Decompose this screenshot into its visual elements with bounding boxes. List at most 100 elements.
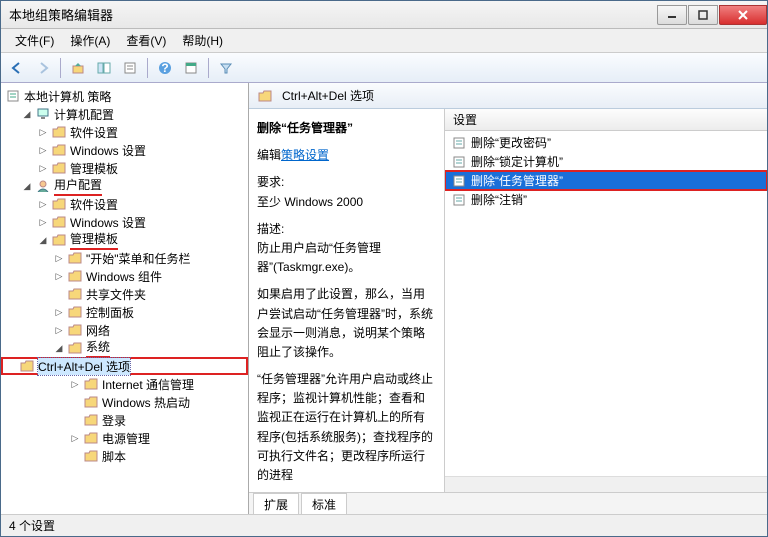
toolbar-separator	[147, 58, 148, 78]
tree-pane[interactable]: 本地计算机 策略 ◢ 计算机配置 ▷软件设置 ▷Windows 设置 ▷管理模板…	[1, 83, 249, 514]
list-item-selected[interactable]: 删除“任务管理器”	[445, 171, 767, 190]
description-pane: 删除“任务管理器” 编辑策略设置 要求:至少 Windows 2000 描述:防…	[249, 109, 445, 492]
tree-node[interactable]: ▷管理模板	[1, 159, 248, 177]
path-title: Ctrl+Alt+Del 选项	[282, 87, 374, 104]
edit-label: 编辑	[257, 148, 281, 162]
filter-button[interactable]	[214, 56, 238, 80]
folder-icon	[51, 161, 67, 175]
folder-icon	[67, 251, 83, 265]
folder-icon	[83, 377, 99, 391]
close-button[interactable]	[719, 5, 767, 25]
expand-icon[interactable]: ▷	[37, 126, 49, 138]
folder-icon	[67, 341, 83, 355]
tree-ctrl-alt-del[interactable]: Ctrl+Alt+Del 选项	[1, 357, 248, 375]
forward-button[interactable]	[31, 56, 55, 80]
tree-node[interactable]: ▷ 软件设置	[1, 195, 248, 213]
description-p2: 如果启用了此设置，那么，当用户尝试启动“任务管理器”时，系统会显示一则消息，说明…	[257, 285, 436, 362]
tree-node[interactable]: 登录	[1, 411, 248, 429]
expand-icon[interactable]: ▷	[53, 270, 65, 282]
minimize-button[interactable]	[657, 5, 687, 25]
tree-user-config[interactable]: ◢ 用户配置	[1, 177, 248, 195]
show-hide-tree-button[interactable]	[92, 56, 116, 80]
horizontal-scrollbar[interactable]	[445, 476, 767, 492]
back-button[interactable]	[5, 56, 29, 80]
tab-standard[interactable]: 标准	[301, 493, 347, 514]
tree-label: 共享文件夹	[86, 286, 146, 303]
tree-node[interactable]: ▷ "开始"菜单和任务栏	[1, 249, 248, 267]
maximize-button[interactable]	[688, 5, 718, 25]
tree-node[interactable]: ▷电源管理	[1, 429, 248, 447]
status-text: 4 个设置	[9, 517, 55, 534]
computer-icon	[35, 107, 51, 121]
tree-label: "开始"菜单和任务栏	[86, 250, 191, 267]
list-item[interactable]: 删除“锁定计算机”	[445, 152, 767, 171]
tree-node[interactable]: 脚本	[1, 447, 248, 465]
toolbar-separator	[60, 58, 61, 78]
folder-icon	[67, 269, 83, 283]
expand-icon[interactable]: ▷	[37, 198, 49, 210]
tree-label: 系统	[86, 338, 110, 358]
expand-icon[interactable]: ▷	[53, 306, 65, 318]
tree-label: 软件设置	[70, 196, 118, 213]
requirements-label: 要求:	[257, 175, 284, 189]
menubar: 文件(F) 操作(A) 查看(V) 帮助(H)	[1, 29, 767, 53]
description-p3: “任务管理器”允许用户启动或终止程序；监视计算机性能；查看和监视正在运行在计算机…	[257, 370, 436, 485]
tree-node[interactable]: ▷Internet 通信管理	[1, 375, 248, 393]
tree-node[interactable]: ▷网络	[1, 321, 248, 339]
user-icon	[35, 179, 51, 193]
list-column-header[interactable]: 设置	[445, 109, 767, 131]
settings-list[interactable]: 删除“更改密码” 删除“锁定计算机” 删除“任务管理器” 删除“注销”	[445, 131, 767, 476]
help-button[interactable]: ?	[153, 56, 177, 80]
expand-icon[interactable]: ▷	[37, 144, 49, 156]
tree-label: 用户配置	[54, 176, 102, 196]
properties-button[interactable]	[179, 56, 203, 80]
tree-label: 控制面板	[86, 304, 134, 321]
collapse-icon[interactable]: ◢	[37, 234, 49, 246]
export-list-button[interactable]	[118, 56, 142, 80]
tree-label: Ctrl+Alt+Del 选项	[38, 358, 130, 375]
tree-node[interactable]: ▷Windows 设置	[1, 213, 248, 231]
window-controls	[656, 5, 767, 25]
titlebar[interactable]: 本地组策略编辑器	[1, 1, 767, 29]
menu-view[interactable]: 查看(V)	[118, 30, 174, 51]
list-item[interactable]: 删除“更改密码”	[445, 133, 767, 152]
tree-computer-config[interactable]: ◢ 计算机配置	[1, 105, 248, 123]
requirements-value: 至少 Windows 2000	[257, 195, 363, 209]
tree-root[interactable]: 本地计算机 策略	[1, 87, 248, 105]
folder-icon	[83, 413, 99, 427]
collapse-icon[interactable]: ◢	[21, 180, 33, 192]
description-label: 描述:	[257, 222, 284, 236]
expand-icon[interactable]: ▷	[69, 432, 81, 444]
expand-icon[interactable]: ▷	[53, 324, 65, 336]
tree-label: 管理模板	[70, 230, 118, 250]
folder-icon	[67, 323, 83, 337]
menu-file[interactable]: 文件(F)	[7, 30, 62, 51]
expand-icon[interactable]: ▷	[69, 378, 81, 390]
tree-node[interactable]: ▷Windows 设置	[1, 141, 248, 159]
tree-node[interactable]: 共享文件夹	[1, 285, 248, 303]
tree-node[interactable]: ▷Windows 组件	[1, 267, 248, 285]
folder-icon	[83, 395, 99, 409]
col-setting: 设置	[453, 111, 477, 128]
expand-icon[interactable]: ▷	[53, 252, 65, 264]
tab-extended[interactable]: 扩展	[253, 493, 299, 514]
tree-admin-templates[interactable]: ◢ 管理模板	[1, 231, 248, 249]
up-button[interactable]	[66, 56, 90, 80]
folder-icon	[257, 89, 273, 103]
expand-icon[interactable]: ▷	[37, 162, 49, 174]
tree-node[interactable]: Windows 热启动	[1, 393, 248, 411]
menu-help[interactable]: 帮助(H)	[174, 30, 231, 51]
list-item[interactable]: 删除“注销”	[445, 190, 767, 209]
setting-icon	[451, 135, 467, 151]
expand-icon[interactable]: ▷	[37, 216, 49, 228]
folder-icon	[51, 143, 67, 157]
tree-system[interactable]: ◢ 系统	[1, 339, 248, 357]
folder-icon	[83, 431, 99, 445]
collapse-icon[interactable]: ◢	[53, 342, 65, 354]
tree-node[interactable]: ▷软件设置	[1, 123, 248, 141]
edit-policy-link[interactable]: 策略设置	[281, 148, 329, 162]
collapse-icon[interactable]: ◢	[21, 108, 33, 120]
tree-node[interactable]: ▷ 控制面板	[1, 303, 248, 321]
menu-action[interactable]: 操作(A)	[62, 30, 118, 51]
folder-icon	[67, 305, 83, 319]
